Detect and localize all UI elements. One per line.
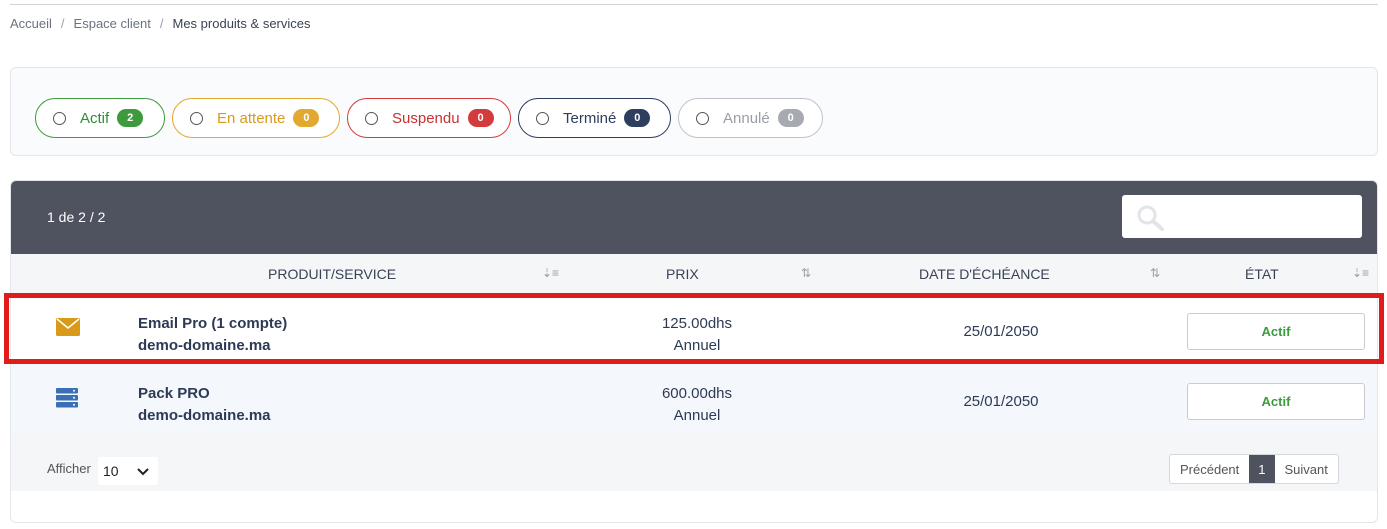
chevron-down-icon (137, 468, 149, 476)
status-badge[interactable]: Actif (1187, 383, 1365, 420)
filter-count-badge: 0 (624, 109, 651, 127)
radio-icon[interactable] (536, 111, 549, 125)
filter-label: Terminé (563, 109, 617, 127)
product-name-cell[interactable]: Pack PRO demo-domaine.ma (138, 383, 271, 427)
top-divider (10, 4, 1378, 5)
filter-annule[interactable]: Annulé 0 (678, 98, 823, 138)
price-amount: 600.00dhs (661, 385, 733, 402)
search-icon (1137, 205, 1164, 231)
filter-count-badge: 0 (777, 109, 804, 127)
filter-label: Actif (80, 109, 110, 127)
radio-icon[interactable] (190, 111, 203, 125)
product-name: Pack PRO (138, 385, 210, 402)
table-row[interactable]: Pack PRO demo-domaine.ma 600.00dhs Annue… (11, 364, 1377, 434)
radio-icon[interactable] (365, 111, 378, 125)
table-toolbar: 1 de 2 / 2 (11, 181, 1377, 254)
filter-label: Suspendu (392, 109, 460, 127)
column-header-product[interactable]: PRODUIT/SERVICE (268, 266, 396, 282)
envelope-icon (56, 318, 80, 336)
price-amount: 125.00dhs (661, 315, 733, 332)
product-domain: demo-domaine.ma (138, 407, 271, 424)
filter-label: Annulé (723, 109, 770, 127)
breadcrumb-home[interactable]: Accueil (10, 16, 52, 31)
breadcrumb-separator: / (159, 16, 164, 31)
page-size-value: 10 (103, 463, 119, 479)
table-info: 1 de 2 / 2 (47, 209, 106, 225)
breadcrumb: Accueil / Espace client / Mes produits &… (10, 16, 311, 31)
status-filter-panel: Actif 2 En attente 0 Suspendu 0 Terminé … (10, 67, 1378, 156)
due-date: 25/01/2050 (963, 393, 1039, 410)
radio-icon[interactable] (53, 111, 66, 125)
price-cell: 125.00dhs Annuel (611, 313, 783, 357)
product-name: Email Pro (1 compte) (138, 315, 288, 332)
pagination: Précédent 1 Suivant (1169, 454, 1339, 484)
page-1-button[interactable]: 1 (1249, 455, 1275, 483)
sort-icon[interactable]: ⇅ (801, 266, 811, 280)
product-domain: demo-domaine.ma (138, 337, 271, 354)
search-input[interactable] (1122, 195, 1362, 238)
column-header-due-date[interactable]: DATE D'ÉCHÉANCE (919, 266, 1050, 282)
breadcrumb-separator: / (60, 16, 65, 31)
sort-desc-icon[interactable]: ⇣≡ (542, 266, 559, 280)
breadcrumb-current: Mes produits & services (172, 16, 311, 31)
breadcrumb-client-area[interactable]: Espace client (74, 16, 151, 31)
column-header-status[interactable]: ÉTAT (1245, 266, 1279, 282)
prev-page-button[interactable]: Précédent (1170, 455, 1249, 483)
billing-cycle: Annuel (673, 337, 721, 354)
filter-count-badge: 0 (293, 109, 320, 127)
services-table: 1 de 2 / 2 PRODUIT/SERVICE ⇣≡ PRIX ⇅ DAT… (10, 180, 1378, 523)
billing-cycle: Annuel (673, 407, 721, 424)
filter-count-badge: 0 (467, 109, 494, 127)
table-column-headers: PRODUIT/SERVICE ⇣≡ PRIX ⇅ DATE D'ÉCHÉANC… (11, 254, 1377, 294)
page-size-label: Afficher (47, 461, 91, 476)
filter-suspendu[interactable]: Suspendu 0 (347, 98, 511, 138)
product-name-cell[interactable]: Email Pro (1 compte) demo-domaine.ma (138, 313, 287, 357)
next-page-button[interactable]: Suivant (1275, 455, 1338, 483)
due-date: 25/01/2050 (963, 323, 1039, 340)
filter-label: En attente (217, 109, 286, 127)
filter-termine[interactable]: Terminé 0 (518, 98, 671, 138)
sort-desc-icon[interactable]: ⇣≡ (1352, 266, 1369, 280)
filter-actif[interactable]: Actif 2 (35, 98, 165, 138)
page-size-select[interactable]: 10 (98, 457, 158, 485)
table-footer: Afficher 10 Précédent 1 Suivant (11, 434, 1377, 491)
sort-icon[interactable]: ⇅ (1150, 266, 1160, 280)
radio-icon[interactable] (696, 111, 709, 125)
status-badge[interactable]: Actif (1187, 313, 1365, 350)
price-cell: 600.00dhs Annuel (611, 383, 783, 427)
table-row[interactable]: Email Pro (1 compte) demo-domaine.ma 125… (11, 294, 1377, 364)
column-header-price[interactable]: PRIX (666, 266, 699, 282)
filter-count-badge: 2 (117, 109, 144, 127)
server-icon (56, 388, 78, 408)
filter-en-attente[interactable]: En attente 0 (172, 98, 340, 138)
